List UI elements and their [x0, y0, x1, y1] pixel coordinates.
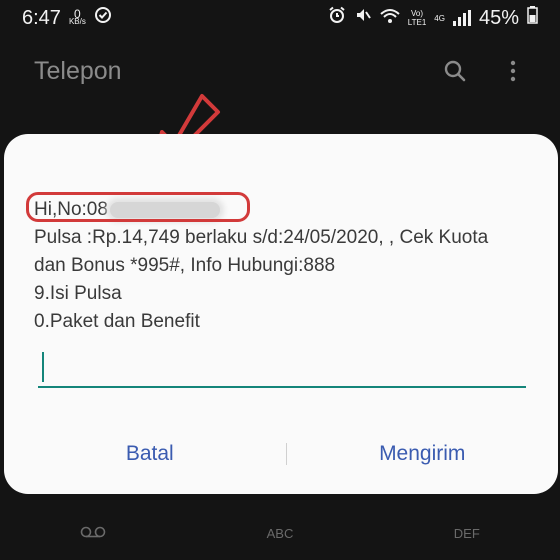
status-time: 6:47	[22, 6, 61, 29]
reply-input-wrapper	[38, 346, 526, 390]
more-vert-icon[interactable]	[500, 58, 526, 84]
keypad-hint-abc[interactable]: ABC	[267, 526, 294, 541]
keypad-hint-def[interactable]: DEF	[454, 526, 480, 541]
text-cursor	[42, 352, 44, 382]
volte-bottom: LTE1	[407, 18, 427, 27]
ussd-message: Hi,No:08 Pulsa :Rp.14,749 berlaku s/d:24…	[26, 192, 544, 336]
volte-top: Vo)	[411, 9, 424, 18]
greeting-line: Hi,No:08	[26, 192, 250, 224]
app-actions	[442, 58, 526, 84]
message-line: Pulsa :Rp.14,749 berlaku s/d:24/05/2020,…	[34, 227, 489, 248]
status-bar: 6:47 0 KB/s Vo) LTE1 4G 45%	[0, 0, 560, 36]
network-speed-unit: KB/s	[68, 17, 86, 26]
app-title: Telepon	[34, 56, 122, 85]
wifi-icon	[380, 7, 400, 30]
search-icon[interactable]	[442, 58, 468, 84]
status-left: 6:47 0 KB/s	[22, 6, 112, 30]
input-underline	[38, 386, 526, 388]
battery-icon	[527, 6, 538, 30]
mute-icon	[354, 6, 372, 30]
annotation-highlight	[26, 192, 250, 222]
voicemail-icon[interactable]	[80, 526, 106, 541]
network-speed: 0 KB/s	[68, 8, 86, 26]
reply-input[interactable]	[38, 346, 526, 386]
volte-indicator: Vo) LTE1	[408, 9, 427, 27]
message-line: 0.Paket dan Benefit	[34, 311, 200, 332]
check-circle-icon	[94, 6, 112, 30]
send-button[interactable]: Mengirim	[287, 442, 559, 466]
ussd-dialog: Hi,No:08 Pulsa :Rp.14,749 berlaku s/d:24…	[4, 134, 558, 494]
dialog-buttons: Batal Mengirim	[4, 432, 558, 476]
signal-icon	[452, 10, 471, 26]
app-bar: Telepon	[0, 46, 560, 96]
message-line: 9.Isi Pulsa	[34, 283, 122, 304]
status-right: Vo) LTE1 4G 45%	[328, 6, 538, 30]
battery-level: 45%	[478, 6, 519, 29]
keypad-hint-row: ABC DEF	[0, 520, 560, 546]
network-type: 4G	[434, 13, 445, 23]
message-line: dan Bonus *995#, Info Hubungi:888	[34, 255, 336, 276]
alarm-icon	[328, 6, 346, 30]
cancel-button[interactable]: Batal	[4, 442, 286, 466]
